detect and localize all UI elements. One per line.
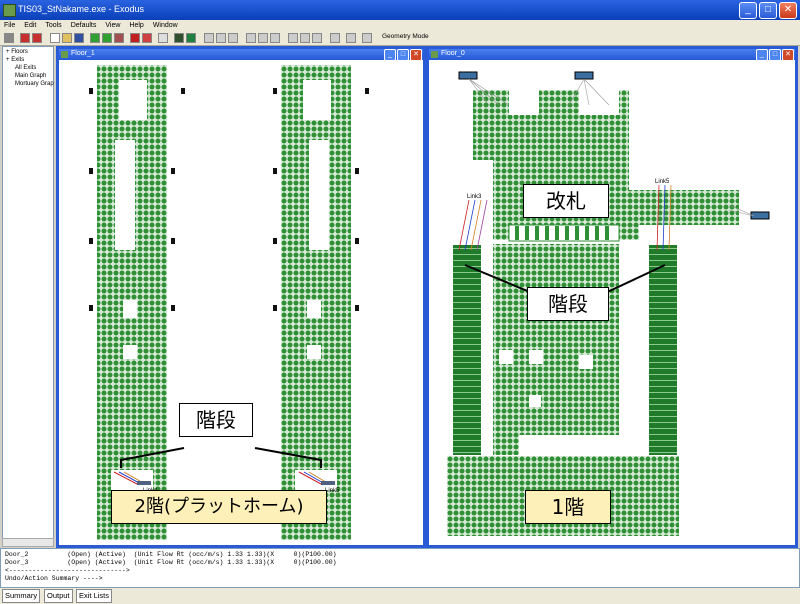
tree-item-main-graph[interactable]: Main Graph: [15, 73, 46, 79]
run-icon[interactable]: [4, 33, 14, 43]
main-hall-grid: [493, 244, 619, 455]
pointer-icon[interactable]: [158, 33, 168, 43]
geometry-mode-label: Geometry Mode: [382, 33, 429, 40]
line-tool-icon[interactable]: [288, 33, 298, 43]
rewind-icon[interactable]: [20, 33, 30, 43]
grid-icon[interactable]: [330, 33, 340, 43]
maximize-button[interactable]: □: [759, 2, 777, 19]
output-line: <------------------------------>: [5, 567, 130, 574]
tree-item-mortuary-graph[interactable]: Mortuary Grap: [15, 81, 54, 87]
tab-summary[interactable]: Summary: [2, 589, 41, 603]
new-file-icon[interactable]: [50, 33, 60, 43]
save-icon[interactable]: [74, 33, 84, 43]
tree-horizontal-scrollbar[interactable]: [2, 538, 54, 547]
link-label: Link5: [655, 179, 670, 185]
close-button[interactable]: ✕: [779, 2, 797, 19]
output-panel: Door_2 (Open) (Active) (Unit Flow Rt (oc…: [0, 548, 800, 588]
open-folder-icon[interactable]: [62, 33, 72, 43]
toolbar: Geometry Mode: [0, 31, 800, 46]
tree-item-exits[interactable]: + Exits: [6, 57, 24, 63]
floor-0-title: Floor_0: [441, 50, 465, 57]
callout-floor-2-platform: 2階(プラットホーム): [111, 490, 327, 524]
floor-0-canvas[interactable]: Link3 Link5: [429, 60, 795, 545]
zoom-fit-icon[interactable]: [228, 33, 238, 43]
zoom-out-icon[interactable]: [216, 33, 226, 43]
shape-tool-icon[interactable]: [300, 33, 310, 43]
menu-help[interactable]: Help: [129, 20, 143, 31]
app-icon: [3, 4, 16, 17]
forward-icon[interactable]: [32, 33, 42, 43]
link-label: Link3: [467, 194, 482, 200]
zoom-in-icon[interactable]: [204, 33, 214, 43]
floor-1-title: Floor_1: [71, 50, 95, 57]
text-tool-icon[interactable]: [312, 33, 322, 43]
output-line: Door_2 (Open) (Active) (Unit Flow Rt (oc…: [5, 551, 337, 558]
menu-tools[interactable]: Tools: [45, 20, 61, 31]
node-icon[interactable]: [90, 33, 100, 43]
app-title: TIS03_StNakame.exe - Exodus: [18, 4, 145, 14]
graph-icon[interactable]: [186, 33, 196, 43]
menu-defaults[interactable]: Defaults: [71, 20, 97, 31]
link-label: Link5: [325, 488, 340, 494]
occupant-icon[interactable]: [174, 33, 184, 43]
tree-item-floors[interactable]: + Floors: [6, 49, 28, 55]
tree-panel: + Floors + Exits All Exits Main Graph Mo…: [2, 46, 54, 546]
stairs-left: [453, 245, 481, 455]
app-title-bar: TIS03_StNakame.exe - Exodus _ □ ✕: [0, 0, 800, 20]
menu-window[interactable]: Window: [153, 20, 178, 31]
floor-1-canvas[interactable]: Link4 Link5: [59, 60, 423, 545]
floor-window-icon: [431, 51, 438, 58]
arc-icon[interactable]: [102, 33, 112, 43]
menu-file[interactable]: File: [4, 20, 15, 31]
undo-icon[interactable]: [362, 33, 372, 43]
bottom-tab-bar: Summary Output Exit Lists: [0, 588, 800, 604]
tree-item-all-exits[interactable]: All Exits: [15, 65, 36, 71]
select-icon[interactable]: [346, 33, 356, 43]
tab-output[interactable]: Output: [44, 589, 73, 603]
floor-0-window: Floor_0 _ □ ✕ Link3 Link5 改札 階段 1階: [426, 46, 798, 548]
menu-bar: File Edit Tools Defaults View Help Windo…: [0, 20, 800, 31]
menu-edit[interactable]: Edit: [24, 20, 36, 31]
callout-stairs-floor-0: 階段: [527, 287, 609, 321]
minimize-button[interactable]: _: [739, 2, 757, 19]
exit-icon[interactable]: [130, 33, 140, 43]
callout-stairs-floor-1: 階段: [179, 403, 253, 437]
output-line: Door_3 (Open) (Active) (Unit Flow Rt (oc…: [5, 559, 337, 566]
pen-icon[interactable]: [142, 33, 152, 43]
menu-view[interactable]: View: [105, 20, 120, 31]
tab-exit-lists[interactable]: Exit Lists: [76, 589, 113, 603]
floor-0-title-bar: Floor_0 _ □ ✕: [429, 49, 795, 61]
paste-icon[interactable]: [270, 33, 280, 43]
floor-window-icon: [61, 51, 68, 58]
callout-ticket-gate: 改札: [523, 184, 609, 218]
output-line: Undo/Action Summary ---->: [5, 575, 103, 582]
stairs-right: [649, 245, 677, 455]
copy-icon[interactable]: [258, 33, 268, 43]
cut-icon[interactable]: [246, 33, 256, 43]
floor-1-title-bar: Floor_1 _ □ ✕: [59, 49, 423, 61]
callout-floor-1: 1階: [525, 490, 611, 524]
wall-icon[interactable]: [114, 33, 124, 43]
floor-1-window: Floor_1 _ □ ✕ Link5 階段 2階(プラットホーム): [56, 46, 426, 548]
